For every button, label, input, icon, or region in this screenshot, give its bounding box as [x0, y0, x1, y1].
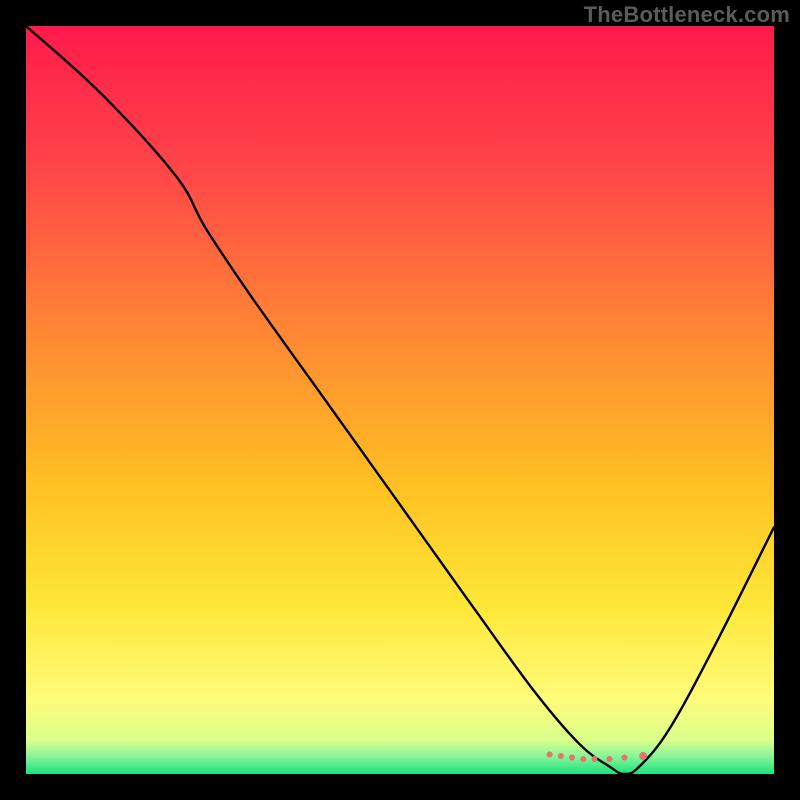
data-dot	[639, 752, 647, 760]
watermark-text: TheBottleneck.com	[584, 2, 790, 28]
chart-frame: TheBottleneck.com	[0, 0, 800, 800]
chart-svg	[26, 26, 774, 774]
plot-area	[26, 26, 774, 774]
data-dot	[569, 755, 575, 761]
data-dot	[547, 752, 553, 758]
data-dot	[591, 756, 597, 762]
gradient-background	[26, 26, 774, 774]
data-dot	[621, 755, 627, 761]
data-dot	[580, 756, 586, 762]
data-dot	[606, 756, 612, 762]
data-dot	[558, 753, 564, 759]
